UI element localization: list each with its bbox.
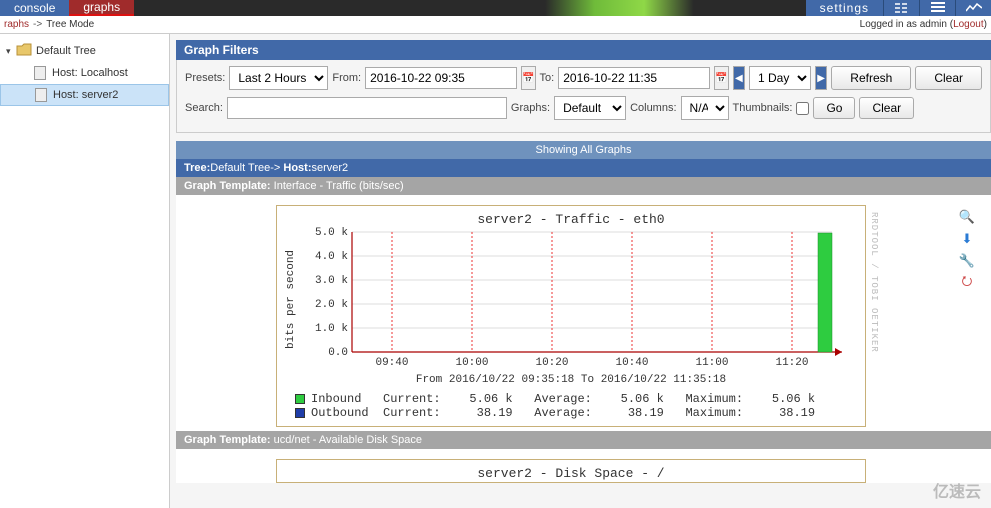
sidebar-item-label: Host: server2 [53,89,118,101]
from-calendar-icon[interactable]: 📅 [521,66,535,90]
from-input[interactable] [365,67,517,89]
host-icon [35,88,47,102]
svg-text:11:00: 11:00 [695,357,728,369]
login-status: Logged in as admin (Logout) [94,19,987,30]
rrdtool-watermark: RRDTOOL / TOBI OETIKER [869,212,879,353]
svg-text:2.0 k: 2.0 k [315,299,348,311]
legend-swatch-inbound [295,394,305,404]
legend-swatch-outbound [295,408,305,418]
to-label: To: [540,72,555,84]
to-calendar-icon[interactable]: 📅 [714,66,728,90]
graph2-title: server2 - Disk Space - / [285,466,857,481]
tab-console[interactable]: console [0,0,69,16]
graph-row-1: 🔍 ⬇ 🔧 ⭮ RRDTOOL / TOBI OETIKER server2 -… [176,195,991,431]
svg-text:1.0 k: 1.0 k [315,323,348,335]
zoom-icon[interactable]: 🔍 [959,209,975,225]
host-pre: Host: [283,162,311,174]
tree-arrow: -> [270,162,283,174]
svg-text:0.0: 0.0 [328,347,348,359]
csv-export-icon[interactable]: ⬇ [959,231,975,247]
logout-link[interactable]: Logout [953,19,984,30]
graph-filters-title: Graph Filters [176,40,991,60]
svg-text:10:00: 10:00 [455,357,488,369]
folder-icon [16,43,32,59]
columns-select[interactable]: N/A [681,96,729,120]
breadcrumb: raphs -> Tree Mode Logged in as admin (L… [0,16,991,34]
refresh-button[interactable]: Refresh [831,66,911,90]
graph-template-banner-1: Graph Template: Interface - Traffic (bit… [176,177,991,195]
main: ▾ Default Tree Host: Localhost Host: ser… [0,34,991,508]
graph-template-banner-2: Graph Template: ucd/net - Available Disk… [176,431,991,449]
tpl-pre: Graph Template: [184,180,274,192]
shift-right-icon[interactable]: ▶ [815,66,827,90]
login-prefix: Logged in as [860,19,920,30]
showing-all-banner: Showing All Graphs [176,141,991,159]
tab-spacer [134,0,806,16]
tab-graphs[interactable]: graphs [69,0,134,16]
graph-row-2: RRD server2 - Disk Space - / [176,449,991,483]
to-input[interactable] [558,67,710,89]
graph-title: server2 - Traffic - eth0 [285,212,857,227]
svg-text:3.0 k: 3.0 k [315,275,348,287]
content: Graph Filters Presets: Last 2 Hours From… [170,34,991,508]
tpl-pre-2: Graph Template: [184,434,274,446]
presets-select[interactable]: Last 2 Hours [229,66,328,90]
breadcrumb-mode: Tree Mode [46,19,94,30]
tree-name: Default Tree [210,162,270,174]
graph-action-icons: 🔍 ⬇ 🔧 ⭮ [959,209,975,291]
timespan-select[interactable]: 1 Day [749,66,811,90]
svg-text:5.0 k: 5.0 k [315,227,348,239]
svg-text:10:20: 10:20 [535,357,568,369]
host-icon [34,66,46,80]
svg-text:11:20: 11:20 [775,357,808,369]
from-label: From: [332,72,361,84]
graphs-label: Graphs: [511,102,550,114]
breadcrumb-sep: -> [33,19,42,30]
thumbnails-label: Thumbnails: [733,102,793,114]
svg-text:09:40: 09:40 [375,357,408,369]
sidebar-item-localhost[interactable]: Host: Localhost [0,62,169,84]
svg-text:10:40: 10:40 [615,357,648,369]
go-button[interactable]: Go [813,97,855,119]
sidebar: ▾ Default Tree Host: Localhost Host: ser… [0,34,170,508]
breadcrumb-graphs-link[interactable]: raphs [4,19,29,30]
thumbnails-checkbox[interactable] [796,102,809,115]
clear2-button[interactable]: Clear [859,97,914,119]
graph-caption: From 2016/10/22 09:35:18 To 2016/10/22 1… [285,374,857,386]
edit-graph-icon[interactable]: 🔧 [959,253,975,269]
tree-root-label: Default Tree [36,45,96,57]
graphs-select[interactable]: Default [554,96,626,120]
caret-down-icon: ▾ [6,46,16,57]
tab-settings[interactable]: settings [806,0,883,16]
svg-text:4.0 k: 4.0 k [315,251,348,263]
tree-pre: Tree: [184,162,210,174]
login-user: admin [920,19,947,30]
columns-label: Columns: [630,102,676,114]
host-name: server2 [311,162,348,174]
tpl1-name: Interface - Traffic (bits/sec) [274,180,404,192]
shift-left-icon[interactable]: ◀ [733,66,745,90]
graph-frame-traffic: RRDTOOL / TOBI OETIKER server2 - Traffic… [276,205,866,427]
tree-path-banner: Tree:Default Tree-> Host:server2 [176,159,991,177]
sidebar-item-server2[interactable]: Host: server2 [0,84,169,106]
top-tabs: console graphs settings [0,0,991,16]
tree-root[interactable]: ▾ Default Tree [0,40,169,62]
preview-icon[interactable] [955,0,991,16]
sidebar-item-label: Host: Localhost [52,67,128,79]
search-input[interactable] [227,97,507,119]
search-label: Search: [185,102,223,114]
graph-legend: Inbound Current: 5.06 k Average: 5.06 k … [285,392,857,420]
y-axis-label: bits per second [285,227,297,372]
tree-toggle-icon[interactable] [883,0,919,16]
tpl2-name: ucd/net - Available Disk Space [274,434,422,446]
graph-frame-disk: RRD server2 - Disk Space - / [276,459,866,483]
presets-label: Presets: [185,72,225,84]
clear-button[interactable]: Clear [915,66,982,90]
graph-filters-panel: Presets: Last 2 Hours From: 📅 To: 📅 ◀ 1 … [176,60,991,133]
traffic-chart: 0.0 1.0 k 2.0 k 3.0 k 4.0 k 5.0 k 09:40 … [297,227,857,372]
realtime-icon[interactable]: ⭮ [959,275,975,291]
list-view-icon[interactable] [919,0,955,16]
